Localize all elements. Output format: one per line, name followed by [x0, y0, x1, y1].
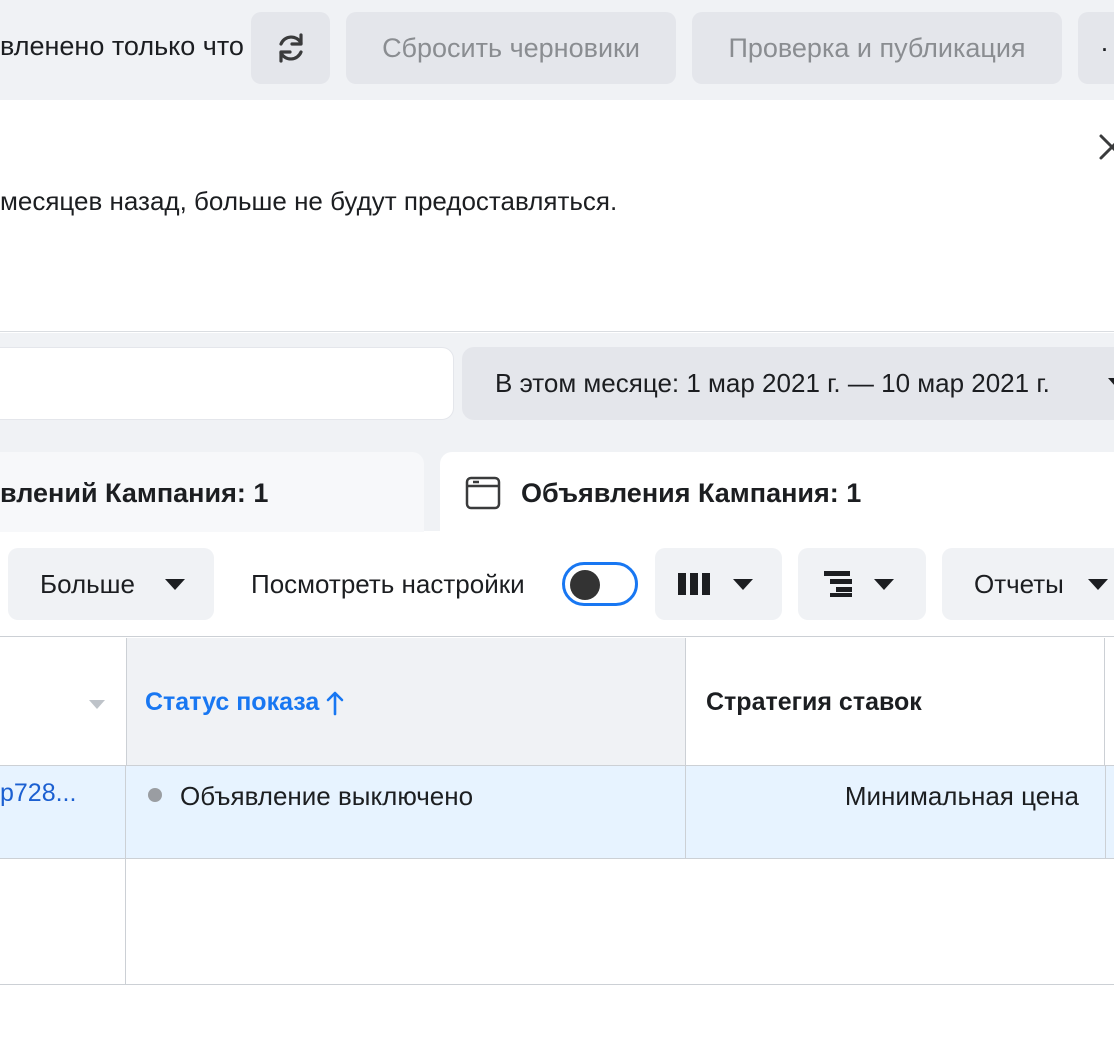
column-divider [1105, 765, 1106, 859]
chevron-down-icon [733, 578, 753, 590]
column-header-strategy-label: Стратегия ставок [706, 688, 922, 716]
tab-ads[interactable]: Объявления Кампания: 1 [440, 452, 1114, 534]
ad-window-icon [465, 476, 501, 510]
tab-ads-label: Объявления Кампания: 1 [521, 477, 862, 508]
columns-button[interactable] [655, 548, 782, 620]
view-settings-toggle[interactable] [562, 562, 638, 606]
refresh-button[interactable] [251, 12, 330, 84]
search-input[interactable] [0, 347, 454, 420]
toggle-knob [570, 570, 600, 600]
date-range-label: В этом месяце: 1 мар 2021 г. — 10 мар 20… [495, 368, 1050, 398]
arrow-up-icon [326, 691, 344, 715]
breakdown-icon [824, 571, 852, 597]
more-options-button[interactable]: · [1078, 12, 1114, 84]
bid-strategy-text: Минимальная цена [844, 781, 1079, 811]
last-updated-text: вленено только что [0, 31, 244, 61]
chevron-down-icon [1087, 578, 1108, 590]
column-header-status-text: Статус показа [145, 688, 320, 716]
breakdown-button[interactable] [798, 548, 926, 620]
more-button[interactable]: Больше [8, 548, 214, 620]
column-divider [125, 765, 126, 984]
column-header-status-label[interactable]: Статус показа [145, 688, 345, 717]
reports-button[interactable]: Отчеты [942, 548, 1114, 620]
review-publish-button[interactable]: Проверка и публикация [692, 12, 1062, 84]
table-row[interactable] [0, 765, 1114, 859]
notice-text: месяцев назад, больше не будут предостав… [0, 186, 618, 216]
close-icon[interactable] [1097, 132, 1114, 162]
refresh-icon [278, 33, 303, 63]
notice-banner: месяцев назад, больше не будут предостав… [0, 100, 1114, 332]
view-settings-label: Посмотреть настройки [251, 569, 525, 599]
tab-ad-sets-label: влений Кампания: 1 [0, 477, 269, 508]
column-sort-caret-icon[interactable] [89, 700, 105, 709]
date-range-button[interactable]: В этом месяце: 1 мар 2021 г. — 10 мар 20… [462, 347, 1114, 420]
column-divider [685, 765, 686, 859]
chevron-down-icon [874, 578, 894, 590]
date-range-caret-icon [1108, 378, 1114, 386]
reports-button-label: Отчеты [974, 568, 1064, 599]
chevron-down-icon [165, 578, 185, 590]
columns-icon [678, 573, 710, 595]
ad-name-link[interactable]: p728... [0, 779, 76, 808]
delivery-status-text: Объявление выключено [180, 781, 474, 811]
tab-ad-sets[interactable]: влений Кампания: 1 [0, 452, 424, 534]
more-button-label: Больше [40, 568, 135, 599]
table-footer-divider [0, 984, 1114, 985]
reset-drafts-button[interactable]: Сбросить черновики [346, 12, 676, 84]
status-dot-icon [148, 788, 162, 802]
